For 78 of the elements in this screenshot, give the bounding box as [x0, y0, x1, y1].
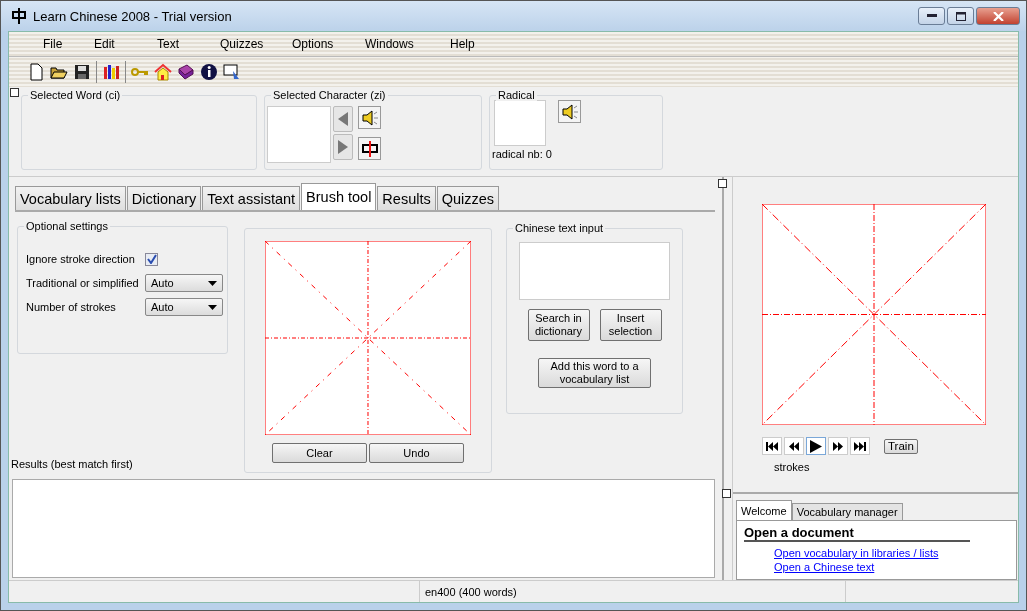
character-stroke-button[interactable] [358, 137, 381, 160]
maximize-icon [955, 11, 966, 21]
minimize-button[interactable] [918, 7, 945, 25]
play-icon [810, 439, 822, 453]
tab[interactable]: Text assistant [202, 186, 301, 210]
insert-button[interactable]: Insert selection [599, 309, 662, 341]
triangle-left-icon [338, 112, 348, 126]
triangle-right-icon [338, 140, 348, 154]
caret-icon [208, 304, 217, 310]
document-link[interactable]: Open vocabulary in libraries / lists [774, 547, 939, 560]
checkbox[interactable] [145, 252, 158, 266]
monitor-icon[interactable] [223, 63, 241, 81]
fast-forward-button[interactable] [828, 437, 848, 455]
speaker-button[interactable] [558, 100, 581, 123]
tab[interactable]: Brush tool [301, 183, 377, 210]
close-icon [992, 11, 1004, 21]
info-icon[interactable] [200, 63, 218, 81]
save-icon[interactable] [73, 63, 91, 81]
brush-button[interactable]: Clear [272, 443, 367, 463]
menu-item[interactable]: Edit [94, 37, 156, 51]
close-pane-icon[interactable] [718, 179, 727, 188]
document-link[interactable]: Open a Chinese text [774, 561, 875, 574]
minimize-icon [926, 14, 937, 18]
search-button[interactable]: Search in dictionary [527, 309, 590, 341]
next-button[interactable] [333, 134, 353, 160]
tab[interactable]: Vocabulary manager [791, 503, 903, 520]
option-label: Ignore stroke direction [26, 253, 136, 265]
menu-item[interactable]: Quizzes [220, 37, 291, 51]
new-document-icon[interactable] [27, 63, 45, 81]
tab[interactable]: Results [377, 186, 436, 210]
train-button[interactable]: Train [884, 438, 918, 454]
group-title: Optional settings [24, 220, 110, 232]
dropdown[interactable]: Auto [145, 298, 223, 316]
skip-to-end-icon [854, 441, 866, 451]
character-display [267, 106, 331, 163]
skip-to-start-icon [766, 441, 778, 451]
window-title: Learn Chinese 2008 - Trial version [33, 8, 232, 24]
option-label: Number of strokes [26, 301, 117, 313]
tab[interactable]: Vocabulary lists [15, 186, 126, 210]
welcome-heading: Open a document [744, 525, 970, 542]
radical-display [494, 100, 546, 146]
home-icon[interactable] [154, 63, 172, 81]
radical-number: radical nb: 0 [491, 147, 553, 160]
results-label: Results (best match first) [11, 458, 134, 470]
tab[interactable]: Dictionary [126, 186, 202, 210]
app-icon [11, 8, 27, 24]
maximize-button[interactable] [947, 7, 974, 25]
status-text: en400 (400 words) [420, 581, 846, 602]
group-title: Radical [496, 89, 537, 101]
first-stroke-button[interactable] [762, 437, 782, 455]
last-stroke-button[interactable] [850, 437, 870, 455]
group-title: Chinese text input [513, 222, 606, 234]
menu-item[interactable]: Options [292, 37, 364, 51]
menu-item[interactable]: Windows [365, 37, 449, 51]
rewind-icon [789, 441, 799, 451]
menu-item[interactable]: File [43, 37, 93, 51]
chinese-text-field[interactable] [519, 242, 670, 300]
previous-button[interactable] [333, 106, 353, 132]
menu-item[interactable]: Help [450, 37, 475, 51]
group-title: Selected Word (ci) [28, 89, 123, 101]
close-pane-icon[interactable] [722, 489, 731, 498]
rewind-button[interactable] [784, 437, 804, 455]
add-word-button[interactable]: Add this word to a vocabulary list [538, 358, 651, 388]
close-pane-icon[interactable] [10, 88, 19, 97]
caret-icon [208, 280, 217, 286]
close-button[interactable] [976, 7, 1020, 25]
brush-button[interactable]: Undo [369, 443, 464, 463]
dropdown[interactable]: Auto [145, 274, 223, 292]
speaker-button[interactable] [358, 106, 381, 129]
books-icon[interactable] [102, 63, 120, 81]
menu-item[interactable]: Text [157, 37, 219, 51]
play-button[interactable] [806, 437, 826, 455]
strokes-label: strokes [774, 461, 811, 473]
tab[interactable]: Quizzes [436, 186, 500, 210]
fast-forward-icon [833, 441, 843, 451]
option-label: Traditional or simplified [26, 277, 140, 289]
group-title: Selected Character (zi) [271, 89, 388, 101]
tab[interactable]: Welcome [736, 500, 792, 520]
